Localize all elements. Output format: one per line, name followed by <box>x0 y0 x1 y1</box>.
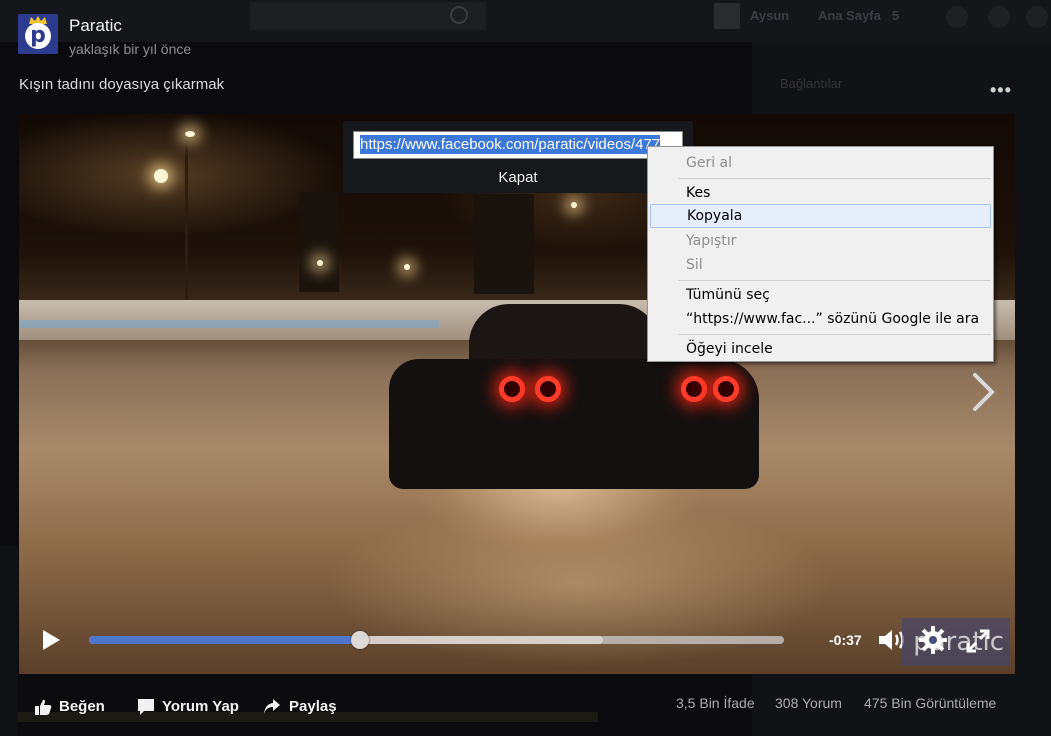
video-snowbank-strip <box>19 320 439 328</box>
logo-letter-icon: p <box>25 23 51 49</box>
menu-item-undo[interactable]: Geri al <box>650 151 991 175</box>
gear-icon[interactable] <box>919 626 947 654</box>
more-options-icon[interactable]: ••• <box>990 80 1012 101</box>
background-right-panel-title: Bağlantılar <box>780 76 843 91</box>
video-url-field[interactable]: https://www.facebook.com/paratic/videos/… <box>353 131 683 159</box>
video-building <box>474 194 534 294</box>
background-nav-home: Ana Sayfa <box>818 8 881 23</box>
progress-played <box>89 636 361 644</box>
car-tail-light <box>713 376 739 402</box>
comment-icon[interactable] <box>137 698 155 716</box>
avatar <box>714 3 740 29</box>
like-button[interactable]: Beğen <box>59 698 105 715</box>
video-url-popup: https://www.facebook.com/paratic/videos/… <box>343 121 693 193</box>
car-tail-light <box>499 376 525 402</box>
video-street-light <box>571 202 577 208</box>
share-button[interactable]: Paylaş <box>289 698 337 715</box>
page-name-link[interactable]: Paratic <box>69 16 122 36</box>
post-timestamp[interactable]: yaklaşık bir yıl önce <box>69 41 191 57</box>
views-count: 475 Bin Görüntüleme <box>864 695 997 711</box>
progress-bar[interactable] <box>89 631 784 649</box>
search-icon <box>450 6 468 24</box>
play-icon[interactable] <box>41 629 61 651</box>
notifications-icon <box>1026 6 1048 28</box>
video-lamp-pole <box>185 134 188 304</box>
video-street-light <box>154 169 168 183</box>
menu-separator <box>678 334 991 335</box>
menu-item-inspect[interactable]: Öğeyi incele <box>650 337 991 361</box>
background-nav-home-count: 5 <box>892 8 900 23</box>
menu-item-search-google[interactable]: “https://www.fac...” sözünü Google ile a… <box>650 307 991 331</box>
context-menu: Geri al Kes Kopyala Yapıştır Sil Tümünü … <box>647 146 994 362</box>
menu-item-select-all[interactable]: Tümünü seç <box>650 283 991 307</box>
reactions-count[interactable]: 3,5 Bin İfade <box>676 695 755 711</box>
car-tail-light <box>681 376 707 402</box>
post-caption: Kışın tadını doyasıya çıkarmak <box>19 76 225 93</box>
menu-item-cut[interactable]: Kes <box>650 181 991 205</box>
menu-separator <box>678 178 991 179</box>
close-button[interactable]: Kapat <box>343 169 693 186</box>
thumbs-up-icon[interactable] <box>34 698 52 716</box>
background-left-panel <box>0 545 18 736</box>
share-icon[interactable] <box>263 698 281 716</box>
video-building <box>299 192 339 292</box>
page-logo[interactable]: p <box>18 14 58 54</box>
chevron-right-icon[interactable] <box>971 372 997 412</box>
car-body <box>389 359 759 489</box>
friends-icon <box>946 6 968 28</box>
background-nav-profile: Aysun <box>750 8 790 23</box>
messages-icon <box>988 6 1010 28</box>
video-url-selected-text: https://www.facebook.com/paratic/videos/… <box>360 135 661 154</box>
comments-count[interactable]: 308 Yorum <box>775 695 842 711</box>
progress-handle[interactable] <box>351 631 370 649</box>
comment-button[interactable]: Yorum Yap <box>162 698 239 715</box>
video-street-light <box>185 131 195 137</box>
menu-item-paste[interactable]: Yapıştır <box>650 229 991 253</box>
video-street-light <box>317 260 323 266</box>
menu-separator <box>678 280 991 281</box>
car-tail-light <box>535 376 561 402</box>
time-remaining: -0:37 <box>829 632 862 648</box>
menu-item-delete[interactable]: Sil <box>650 253 991 277</box>
menu-item-copy[interactable]: Kopyala <box>650 204 991 228</box>
fullscreen-icon[interactable] <box>965 628 991 654</box>
video-street-light <box>404 264 410 270</box>
